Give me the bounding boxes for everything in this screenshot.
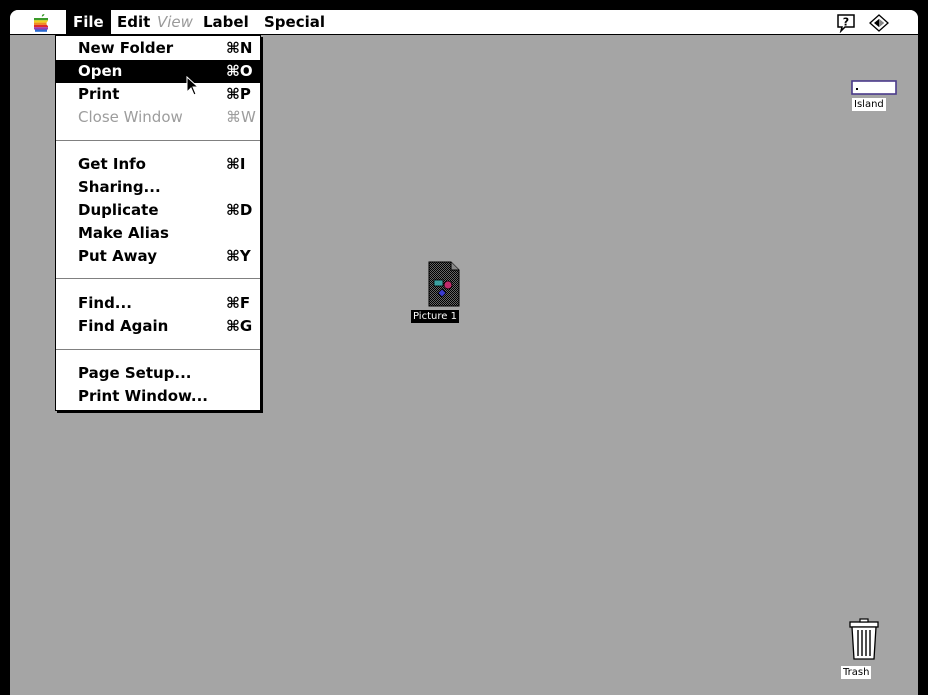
menu-separator [56,349,260,350]
menu-bar: File Edit View Label Special ? [10,10,918,35]
menu-item-open[interactable]: Open ⌘O [56,60,260,83]
hard-drive-icon[interactable] [850,78,898,96]
menu-item-label: Print [78,85,120,103]
menu-item-shortcut: ⌘W [226,108,256,126]
menu-item-label: Find... [78,294,132,312]
svg-text:?: ? [843,16,849,29]
menu-item-shortcut: ⌘O [226,62,253,80]
desktop[interactable]: File Edit View Label Special ? New Folde… [10,10,918,695]
menu-item-close-window: Close Window ⌘W [56,106,260,129]
menu-item-get-info[interactable]: Get Info ⌘I [56,153,260,176]
menu-separator [56,140,260,141]
menu-item-label: New Folder [78,39,174,57]
menu-item-label: Open [78,62,123,80]
menu-item-sharing[interactable]: Sharing... [56,176,260,199]
menu-file[interactable]: File [66,10,111,34]
menu-item-label: Page Setup... [78,364,192,382]
picture-file-label[interactable]: Picture 1 [411,310,459,323]
apple-icon[interactable] [31,13,51,33]
menu-item-find[interactable]: Find... ⌘F [56,292,260,315]
menu-item-label: Sharing... [78,178,161,196]
menu-item-put-away[interactable]: Put Away ⌘Y [56,245,260,268]
picture-document-icon[interactable] [427,260,461,308]
menu-view[interactable]: View [150,10,200,34]
menu-item-shortcut: ⌘D [226,201,253,219]
menu-item-label: Find Again [78,317,169,335]
menu-special[interactable]: Special [257,10,332,34]
menu-item-new-folder[interactable]: New Folder ⌘N [56,37,260,60]
menu-item-shortcut: ⌘G [226,317,253,335]
menu-item-shortcut: ⌘N [226,39,253,57]
hard-drive-label[interactable]: Island [852,98,886,111]
finder-app-icon[interactable] [868,13,890,33]
menu-item-print-window[interactable]: Print Window... [56,385,260,408]
menu-item-label: Put Away [78,247,157,265]
file-menu-dropdown: New Folder ⌘N Open ⌘O Print ⌘P Close Win… [55,35,261,411]
trash-label[interactable]: Trash [841,666,872,679]
menu-item-shortcut: ⌘I [226,155,246,173]
arrow-cursor-icon [186,76,200,96]
menu-item-duplicate[interactable]: Duplicate ⌘D [56,199,260,222]
menu-label[interactable]: Label [196,10,256,34]
menu-item-shortcut: ⌘F [226,294,251,312]
menu-item-label: Get Info [78,155,146,173]
menu-item-make-alias[interactable]: Make Alias [56,222,260,245]
menu-item-shortcut: ⌘Y [226,247,251,265]
menu-separator [56,278,260,279]
menu-item-find-again[interactable]: Find Again ⌘G [56,315,260,338]
menu-item-label: Duplicate [78,201,159,219]
menu-item-label: Close Window [78,108,183,126]
menu-item-shortcut: ⌘P [226,85,251,103]
balloon-help-icon[interactable]: ? [835,13,857,33]
menu-item-print[interactable]: Print ⌘P [56,83,260,106]
menu-item-label: Make Alias [78,224,169,242]
trash-can-icon[interactable] [847,618,881,660]
menu-item-page-setup[interactable]: Page Setup... [56,362,260,385]
menu-item-label: Print Window... [78,387,209,405]
